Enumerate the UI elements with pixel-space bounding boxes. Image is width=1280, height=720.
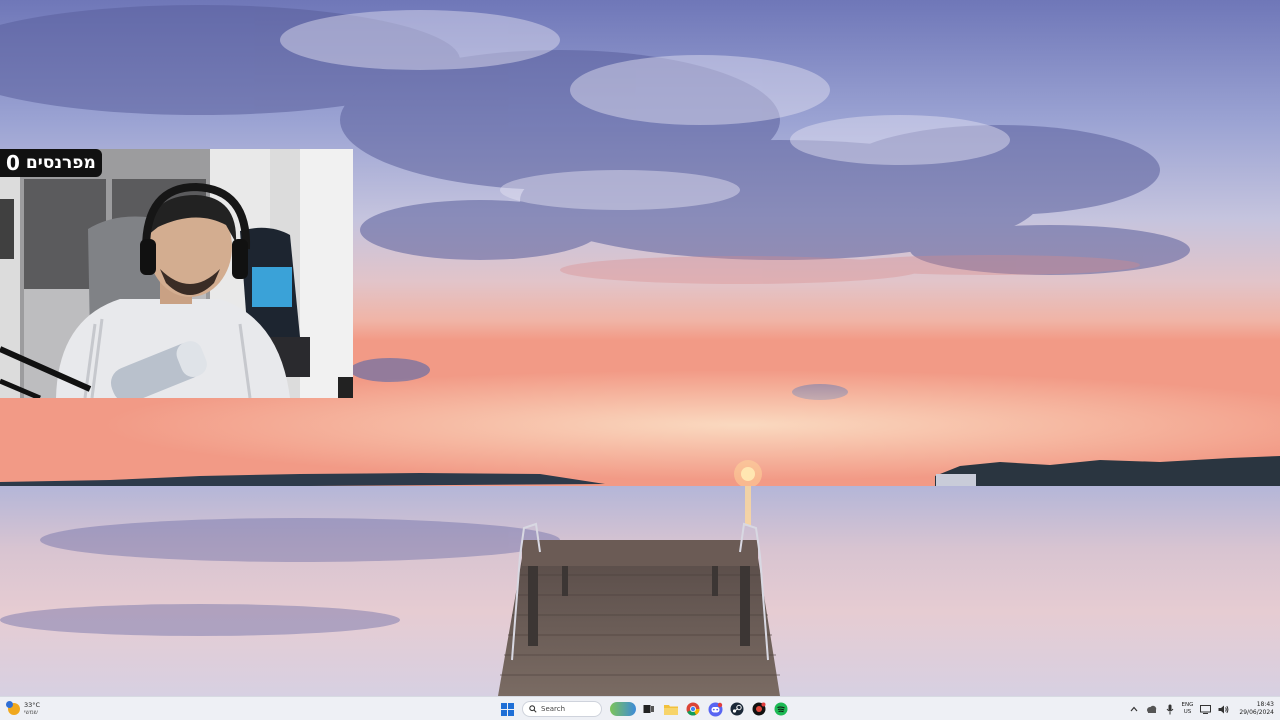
clock-time: 18:43 [1256, 701, 1274, 708]
network-icon[interactable] [1199, 702, 1211, 716]
taskbar: 33°C שמשי Search ENG US 18:43 29/06/2024 [0, 696, 1280, 720]
system-tray: ENG US 18:43 29/06/2024 [1128, 698, 1274, 720]
search-placeholder: Search [541, 705, 566, 713]
search-highlight-icon [610, 702, 636, 716]
sponsor-label: מפרנסים [25, 153, 96, 173]
microphone-icon[interactable] [1164, 702, 1176, 716]
language-primary: ENG [1181, 702, 1194, 708]
taskbar-search-box[interactable]: Search [522, 701, 602, 717]
language-indicator[interactable]: ENG US [1182, 702, 1194, 716]
chevron-up-icon[interactable] [1128, 702, 1140, 716]
clock[interactable]: 18:43 29/06/2024 [1239, 701, 1274, 717]
sponsor-count: 0 [6, 151, 20, 175]
task-view-icon[interactable] [640, 700, 658, 718]
chrome-icon[interactable] [684, 700, 702, 718]
discord-icon[interactable] [706, 700, 724, 718]
volume-icon[interactable] [1217, 702, 1229, 716]
spotify-icon[interactable] [772, 700, 790, 718]
taskbar-center: Search [498, 698, 790, 720]
weather-temp: 33°C [24, 701, 41, 709]
file-explorer-icon[interactable] [662, 700, 680, 718]
steam-icon[interactable] [728, 700, 746, 718]
language-secondary: US [1183, 709, 1192, 715]
windows-start-icon[interactable] [498, 700, 516, 718]
clock-date: 29/06/2024 [1239, 709, 1274, 716]
sponsor-counter-badge: מפרנסים 0 [0, 149, 102, 177]
weather-condition: שמשי [24, 709, 38, 716]
weather-sun-icon [6, 701, 20, 715]
webcam-overlay [0, 149, 353, 398]
weather-widget[interactable]: 33°C שמשי [6, 699, 41, 719]
search-icon [529, 705, 537, 713]
cloud-sync-icon[interactable] [1146, 702, 1158, 716]
game-app-icon[interactable] [750, 700, 768, 718]
